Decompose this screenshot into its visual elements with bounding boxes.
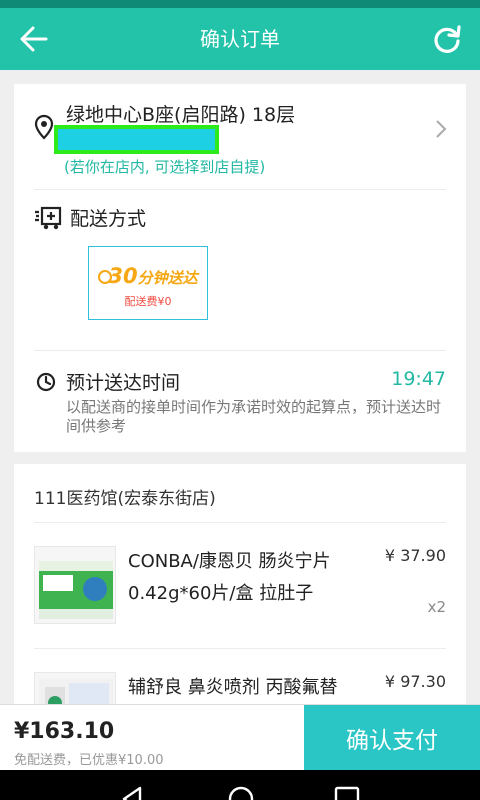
nav-home-icon[interactable] xyxy=(228,786,254,800)
address-text: 绿地中心B座(启阳路) 18层 xyxy=(66,104,296,126)
store-name: 111医药馆(宏泰东街店) xyxy=(34,489,216,509)
product-name: CONBA/康恩贝 肠炎宁片 0.42g*60片/盒 拉肚子 xyxy=(128,551,331,604)
product-price: ¥ 97.30 xyxy=(384,672,446,691)
chevron-right-icon xyxy=(436,120,447,138)
order-info-card: 绿地中心B座(启阳路) 18层 (若你在店内, 可选择到店自提) 配送方式 30… xyxy=(14,84,466,452)
delivery-fee: 配送费¥0 xyxy=(124,295,172,308)
divider xyxy=(34,189,446,190)
page-title: 确认订单 xyxy=(200,27,280,51)
checkout-bar: ¥163.10 免配送费，已优惠¥10.00 确认支付 xyxy=(0,704,480,771)
product-quantity: x2 xyxy=(427,598,446,616)
clock-icon xyxy=(36,372,56,392)
badge-number: 30 xyxy=(108,264,138,288)
product-price: ¥ 37.90 xyxy=(384,546,446,565)
refresh-icon[interactable] xyxy=(432,24,462,54)
app-bar: 确认订单 xyxy=(0,8,480,70)
product-item[interactable]: CONBA/康恩贝 肠炎宁片 0.42g*60片/盒 拉肚子 ¥ 37.90 x… xyxy=(14,534,466,644)
eta-time[interactable]: 19:47 xyxy=(391,368,446,390)
confirm-pay-button[interactable]: 确认支付 xyxy=(304,705,480,771)
pickup-hint: (若你在店内, 可选择到店自提) xyxy=(64,158,266,176)
store-card: 111医药馆(宏泰东街店) CONBA/康恩贝 肠炎宁片 0.42g*60片/盒… xyxy=(14,464,466,750)
discount-note: 免配送费，已优惠¥10.00 xyxy=(14,753,164,768)
delivery-option-30min[interactable]: 30分钟送达 配送费¥0 xyxy=(88,246,208,320)
badge-text: 分钟送达 xyxy=(137,269,198,287)
eta-note: 以配送商的接单时间作为承诺时效的起算点，预计送达时间供参考 xyxy=(66,398,442,435)
delivery-truck-icon xyxy=(35,206,62,230)
divider xyxy=(34,522,446,523)
system-nav-bar xyxy=(0,770,480,800)
status-bar xyxy=(0,0,480,8)
divider xyxy=(34,648,446,649)
nav-back-icon[interactable] xyxy=(120,786,146,800)
nav-recent-apps-icon[interactable] xyxy=(334,786,360,800)
location-pin-icon xyxy=(34,114,54,140)
divider xyxy=(34,350,446,351)
redacted-contact-info xyxy=(54,125,219,154)
eta-title: 预计送达时间 xyxy=(66,372,181,394)
delivery-badge: 30分钟送达 xyxy=(89,264,207,288)
product-name: 辅舒良 鼻炎喷剂 丙酸氟替 xyxy=(128,677,338,698)
delivery-method-title: 配送方式 xyxy=(70,208,147,230)
product-image xyxy=(34,546,116,624)
total-amount: ¥163.10 xyxy=(14,719,115,744)
